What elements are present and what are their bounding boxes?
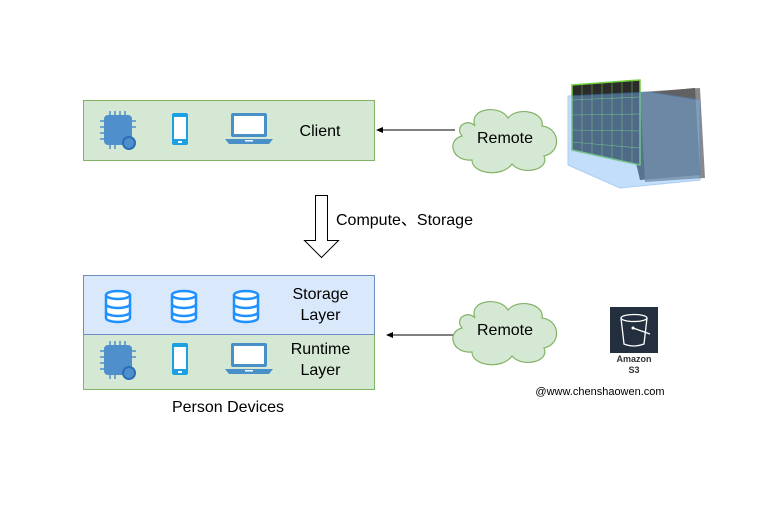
remote-bottom-label: Remote [476,322,534,339]
database-icon [104,289,132,324]
down-arrow-icon [303,195,340,259]
devices-caption: Person Devices [171,399,285,416]
s3-bucket-icon [610,307,658,353]
arrow-head-icon [376,127,383,133]
storage-layer-label: Storage Layer [278,284,363,326]
database-icon [232,289,260,324]
phone-icon [172,113,188,145]
database-icon [170,289,198,324]
diagram-canvas [83,79,705,390]
runtime-label-line1: Runtime [290,341,351,358]
storage-label-line2: Layer [300,307,341,324]
arrow-head-icon [386,332,393,338]
remote-top-label: Remote [476,130,534,147]
s3-label-line1: Amazon [616,354,652,364]
s3-label-line2: S3 [628,365,640,375]
storage-label-line1: Storage [292,286,349,303]
laptop-icon [225,343,273,374]
s3-label: Amazon S3 [604,354,664,376]
transition-label: Compute、Storage [336,212,473,229]
laptop-icon [225,113,273,144]
client-label: Client [299,123,341,140]
watermark: @www.chenshaowen.com [535,386,665,398]
runtime-layer-label: Runtime Layer [278,339,363,381]
runtime-label-line2: Layer [300,362,341,379]
phone-icon [172,343,188,375]
computer-icon [567,79,705,189]
